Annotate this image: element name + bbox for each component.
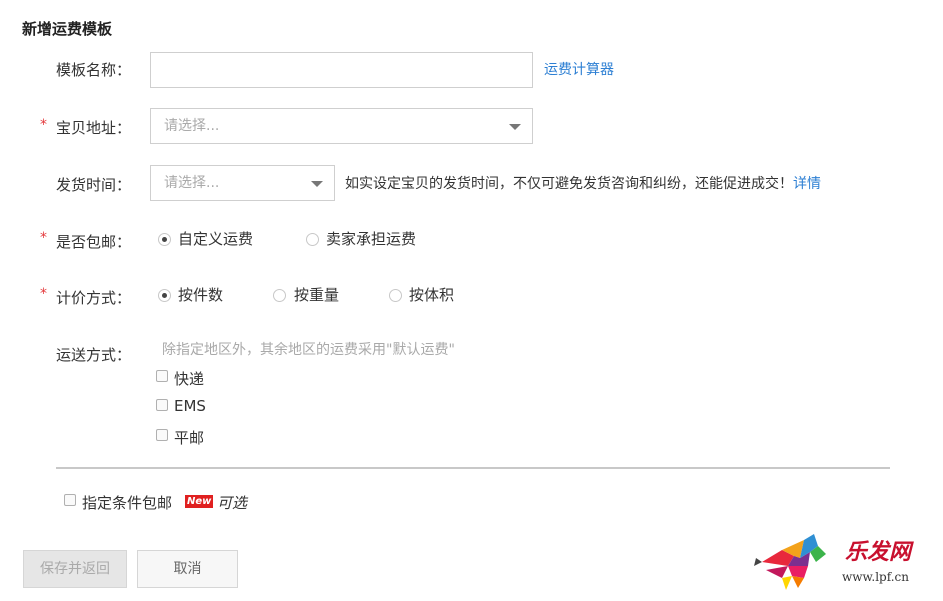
pricing-method-label: 计价方式： [56,289,132,307]
optional-text: 可选 [217,494,248,512]
free-shipping-label: 是否包邮： [56,233,132,251]
cancel-button[interactable]: 取消 [137,550,238,588]
option-seller-pays[interactable]: 卖家承担运费 [326,228,416,249]
checkbox-ems[interactable] [156,399,168,411]
freight-calculator-link[interactable]: 运费计算器 [544,59,614,79]
option-by-count[interactable]: 按件数 [178,284,223,305]
watermark-url: www.lpf.cn [842,570,910,584]
new-badge: New [185,495,214,508]
ship-time-select[interactable]: 请选择... [150,165,335,201]
radio-by-volume[interactable] [389,289,402,302]
ship-time-hint: 如实设定宝贝的发货时间，不仅可避免发货咨询和纠纷，还能促进成交！ [345,176,793,192]
item-address-placeholder: 请选择... [164,118,220,134]
option-by-weight[interactable]: 按重量 [294,284,339,305]
required-mark: * [40,286,47,302]
required-mark: * [40,117,47,133]
page-title: 新增运费模板 [22,20,113,38]
radio-by-count[interactable] [158,289,171,302]
option-express[interactable]: 快递 [174,368,204,389]
delivery-method-hint: 除指定地区外，其余地区的运费采用"默认运费" [162,342,455,358]
radio-by-weight[interactable] [273,289,286,302]
chevron-down-icon [509,124,521,130]
radio-seller-pays[interactable] [306,233,319,246]
item-address-select[interactable]: 请选择... [150,108,533,144]
watermark-name: 乐发网 [845,539,912,565]
ship-time-placeholder: 请选择... [164,175,220,191]
chevron-down-icon [311,181,323,187]
radio-custom-freight[interactable] [158,233,171,246]
option-ems[interactable]: EMS [174,397,206,415]
checkbox-conditional-free[interactable] [64,494,76,506]
option-custom-freight[interactable]: 自定义运费 [178,228,253,249]
horse-logo-icon [754,534,826,590]
ship-time-detail-link[interactable]: 详情 [793,176,821,192]
save-and-return-button[interactable]: 保存并返回 [23,550,127,588]
option-surface-mail[interactable]: 平邮 [174,427,204,448]
watermark-logo: 乐发网 www.lpf.cn [752,532,937,594]
option-by-volume[interactable]: 按体积 [409,284,454,305]
conditional-free-label[interactable]: 指定条件包邮 [82,492,172,513]
required-mark: * [40,230,47,246]
template-name-label: 模板名称： [56,61,132,79]
template-name-input[interactable] [150,52,533,88]
ship-time-label: 发货时间： [56,176,132,194]
item-address-label: 宝贝地址： [56,119,132,137]
checkbox-surface-mail[interactable] [156,429,168,441]
checkbox-express[interactable] [156,370,168,382]
delivery-method-label: 运送方式： [56,346,132,364]
divider [56,467,890,469]
